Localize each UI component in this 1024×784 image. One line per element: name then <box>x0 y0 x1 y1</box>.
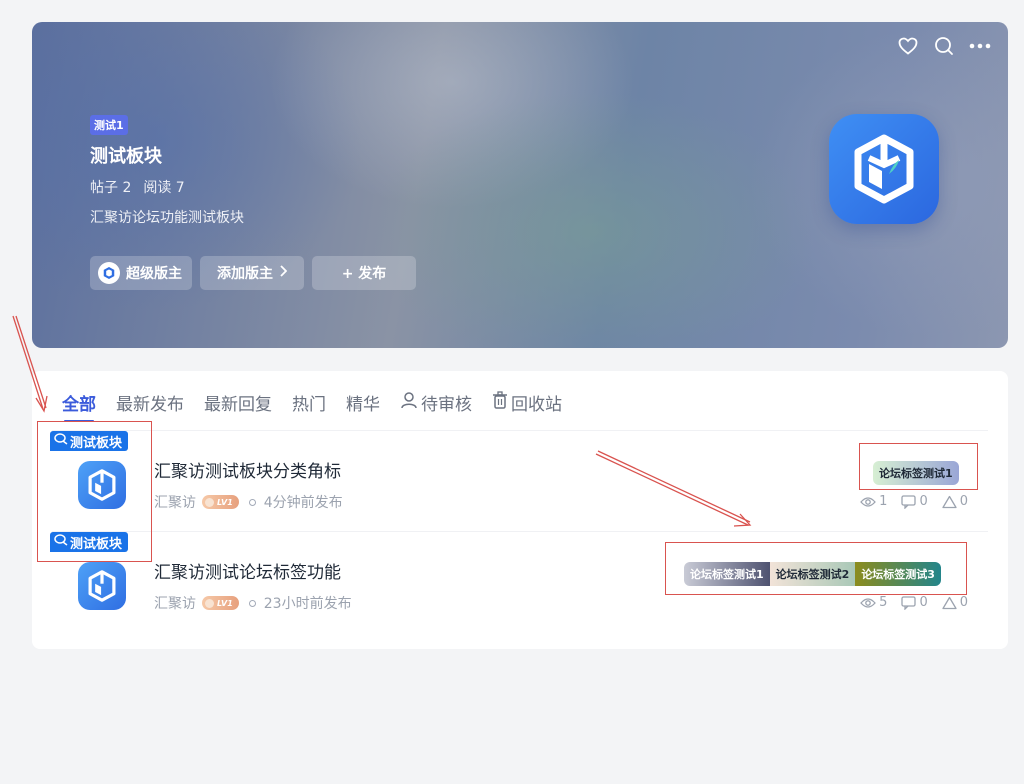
reads-count: 阅读 7 <box>143 180 185 196</box>
comments-stat: 0 <box>901 595 928 610</box>
post-tags: 论坛标签测试1 论坛标签测试2 论坛标签测试3 <box>684 562 941 586</box>
forum-logo <box>829 114 939 224</box>
eye-icon <box>860 597 877 608</box>
post-avatar[interactable] <box>78 562 126 610</box>
tab-pending-review[interactable]: 待审核 <box>400 388 472 416</box>
tab-recycle-bin[interactable]: 回收站 <box>492 388 562 416</box>
comments-stat: 0 <box>901 494 928 509</box>
post-title[interactable]: 汇聚访测试论坛标签功能 <box>154 558 341 583</box>
user-icon <box>400 391 418 414</box>
publish-label: + 发布 <box>341 266 387 282</box>
banner-action-buttons: 超级版主 添加版主 + 发布 <box>90 256 416 290</box>
forum-description: 汇聚访论坛功能测试板块 <box>90 210 244 226</box>
forum-stats: 帖子 2 阅读 7 <box>90 177 185 197</box>
post-tags: 论坛标签测试1 <box>873 461 959 485</box>
post-list-card: 全部 最新发布 最新回复 热门 精华 待审核 回收站 测试板块 汇聚访测试板块分… <box>32 371 1008 649</box>
forum-tag[interactable]: 论坛标签测试3 <box>855 562 941 586</box>
cube-logo-icon <box>854 134 914 204</box>
time-dot-icon <box>248 599 256 607</box>
moderator-avatar <box>98 262 120 284</box>
author-name[interactable]: 汇聚访 <box>154 492 196 512</box>
post-time: 23小时前发布 <box>263 596 352 612</box>
cube-logo-icon <box>88 469 116 501</box>
author-name[interactable]: 汇聚访 <box>154 593 196 613</box>
heart-icon[interactable] <box>896 34 920 58</box>
post-avatar[interactable] <box>78 461 126 509</box>
forum-badge: 测试1 <box>90 115 128 135</box>
eye-icon <box>860 496 877 507</box>
forum-banner: 测试1 测试板块 帖子 2 阅读 7 汇聚访论坛功能测试板块 超级版主 添加版主… <box>32 22 1008 348</box>
tab-latest-replied[interactable]: 最新回复 <box>204 388 272 416</box>
triangle-like-icon <box>942 596 957 609</box>
post-stats: 5 0 0 <box>860 595 968 610</box>
chevron-right-icon <box>279 265 288 281</box>
tab-hot[interactable]: 热门 <box>292 388 326 416</box>
category-corner-label: 测试板块 <box>50 431 129 451</box>
likes-stat: 0 <box>942 494 968 509</box>
tab-all[interactable]: 全部 <box>62 388 96 422</box>
cube-logo-icon <box>88 570 116 602</box>
forum-title: 测试板块 <box>90 146 162 167</box>
comment-icon <box>901 494 917 509</box>
forum-tag[interactable]: 论坛标签测试1 <box>684 562 770 586</box>
post-row[interactable]: 测试板块 汇聚访测试板块分类角标 汇聚访 LV1 4分钟前发布 论坛标签测试1 … <box>32 431 1008 531</box>
super-moderator-label: 超级版主 <box>126 266 182 282</box>
level-badge: LV1 <box>202 495 239 509</box>
super-moderator-button[interactable]: 超级版主 <box>90 256 192 290</box>
post-title[interactable]: 汇聚访测试板块分类角标 <box>154 457 341 482</box>
post-tabs: 全部 最新发布 最新回复 热门 精华 待审核 回收站 <box>62 388 562 422</box>
post-meta: 汇聚访 LV1 23小时前发布 <box>154 593 352 613</box>
post-stats: 1 0 0 <box>860 494 968 509</box>
tab-featured[interactable]: 精华 <box>346 388 380 416</box>
posts-count: 帖子 2 <box>90 180 132 196</box>
add-moderator-button[interactable]: 添加版主 <box>200 256 304 290</box>
chat-bubble-icon <box>54 534 68 550</box>
trash-icon <box>492 390 508 414</box>
post-time: 4分钟前发布 <box>263 495 343 511</box>
comment-icon <box>901 595 917 610</box>
post-meta: 汇聚访 LV1 4分钟前发布 <box>154 492 343 512</box>
add-moderator-label: 添加版主 <box>217 266 273 282</box>
category-corner-label: 测试板块 <box>50 532 129 552</box>
forum-tag[interactable]: 论坛标签测试2 <box>769 562 856 586</box>
views-stat: 5 <box>860 595 887 610</box>
tab-latest-published[interactable]: 最新发布 <box>116 388 184 416</box>
forum-tag[interactable]: 论坛标签测试1 <box>873 461 959 485</box>
publish-button[interactable]: + 发布 <box>312 256 416 290</box>
level-badge: LV1 <box>202 596 239 610</box>
views-stat: 1 <box>860 494 887 509</box>
chat-bubble-icon <box>54 433 68 449</box>
likes-stat: 0 <box>942 595 968 610</box>
search-icon[interactable] <box>932 34 956 58</box>
banner-actions-top <box>896 34 992 58</box>
triangle-like-icon <box>942 495 957 508</box>
post-row[interactable]: 测试板块 汇聚访测试论坛标签功能 汇聚访 LV1 23小时前发布 论坛标签测试1… <box>32 532 1008 632</box>
time-dot-icon <box>248 498 256 506</box>
more-icon[interactable] <box>968 34 992 58</box>
